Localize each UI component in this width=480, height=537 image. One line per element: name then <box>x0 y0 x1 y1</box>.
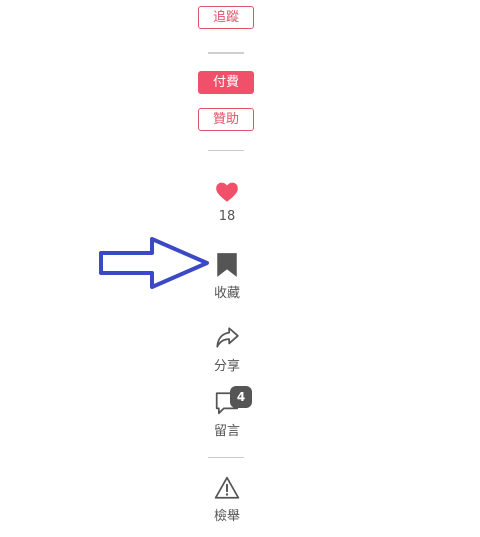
share-button[interactable]: 分享 <box>197 325 257 374</box>
like-count: 18 <box>218 209 236 224</box>
pay-button[interactable]: 付費 <box>198 71 254 94</box>
share-label: 分享 <box>213 359 240 374</box>
report-button[interactable]: 檢舉 <box>197 475 257 524</box>
divider <box>208 52 244 54</box>
comment-count-badge: 4 <box>230 386 252 408</box>
bookmark-icon <box>217 253 237 277</box>
divider <box>208 150 244 151</box>
like-button[interactable]: 18 <box>197 179 257 224</box>
action-column: 追蹤 付費 贊助 18 收藏 分享 4 留言 檢舉 <box>197 0 257 537</box>
bookmark-label: 收藏 <box>213 286 240 301</box>
report-label: 檢舉 <box>213 509 240 524</box>
share-icon <box>216 327 239 348</box>
divider <box>208 457 244 458</box>
article-action-sidebar: 追蹤 付費 贊助 18 收藏 分享 4 留言 檢舉 <box>0 0 480 537</box>
bookmark-button[interactable]: 收藏 <box>197 252 257 301</box>
follow-button[interactable]: 追蹤 <box>198 6 254 29</box>
warning-icon <box>214 476 240 499</box>
sponsor-button[interactable]: 贊助 <box>198 108 254 131</box>
heart-icon <box>216 182 238 202</box>
arrow-right-icon <box>99 237 209 289</box>
comment-label: 留言 <box>213 424 240 439</box>
comment-button[interactable]: 4 留言 <box>197 386 257 439</box>
comment-icon-wrap: 4 <box>214 386 252 416</box>
